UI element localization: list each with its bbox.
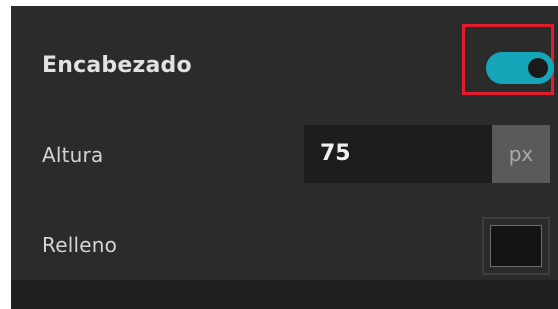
header-label: Encabezado bbox=[42, 53, 192, 78]
height-unit[interactable]: px bbox=[492, 125, 550, 183]
fill-color-swatch[interactable] bbox=[490, 225, 542, 267]
header-toggle[interactable] bbox=[486, 52, 554, 84]
fill-color-picker[interactable] bbox=[482, 217, 550, 275]
bottom-divider bbox=[11, 280, 558, 309]
properties-panel: Encabezado Altura 75 px Relleno bbox=[0, 0, 558, 309]
height-input[interactable]: 75 bbox=[304, 125, 492, 183]
left-margin bbox=[0, 0, 11, 309]
height-label: Altura bbox=[42, 143, 104, 167]
toggle-knob[interactable] bbox=[528, 58, 548, 78]
fill-label: Relleno bbox=[42, 233, 118, 257]
